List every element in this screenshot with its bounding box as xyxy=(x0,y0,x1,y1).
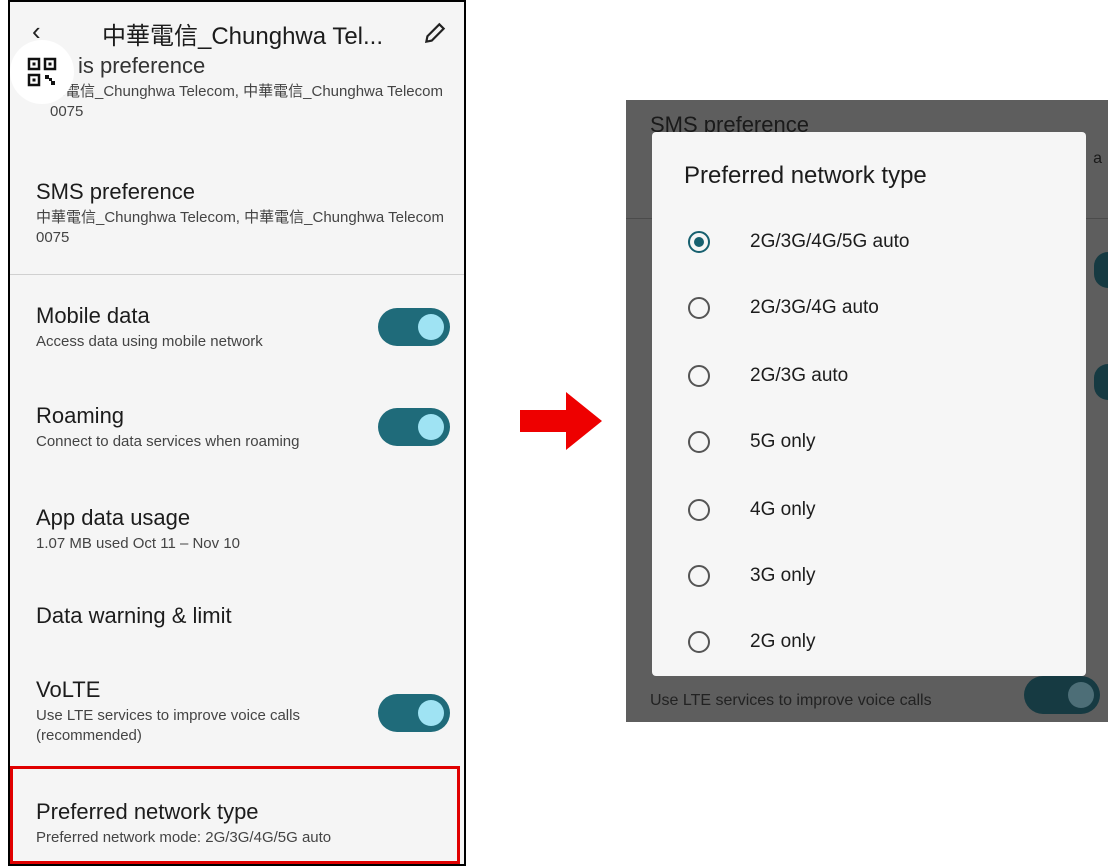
toggle-knob xyxy=(418,414,444,440)
radio-button[interactable] xyxy=(688,631,710,653)
sms-preference-subtitle: 中華電信_Chunghwa Telecom, 中華電信_Chunghwa Tel… xyxy=(36,209,444,246)
roaming-subtitle: Connect to data services when roaming xyxy=(36,433,300,450)
network-option[interactable]: 2G/3G auto xyxy=(688,356,848,396)
network-option[interactable]: 2G/3G/4G/5G auto xyxy=(688,222,909,262)
background-volte-subtitle: Use LTE services to improve voice calls xyxy=(650,692,932,709)
toggle-knob xyxy=(418,314,444,340)
pencil-icon[interactable] xyxy=(422,20,448,46)
settings-screen: ‹ 中華電信_Chunghwa Tel... is preference 華電信… xyxy=(8,0,466,866)
option-label: 2G/3G/4G auto xyxy=(750,297,879,318)
app-data-usage-item[interactable]: App data usage 1.07 MB used Oct 11 – Nov… xyxy=(36,504,448,554)
option-label: 4G only xyxy=(750,499,816,520)
calls-preference-title: is preference xyxy=(78,53,206,78)
radio-button[interactable] xyxy=(688,431,710,453)
page-title: 中華電信_Chunghwa Tel... xyxy=(102,23,384,50)
option-label: 5G only xyxy=(750,431,816,452)
toggle-knob xyxy=(418,700,444,726)
data-warning-title: Data warning & limit xyxy=(36,603,232,628)
background-edge-text: a xyxy=(1093,150,1102,167)
network-option[interactable]: 3G only xyxy=(688,556,815,596)
app-data-usage-subtitle: 1.07 MB used Oct 11 – Nov 10 xyxy=(36,535,241,552)
roaming-title: Roaming xyxy=(36,403,125,428)
option-label: 2G only xyxy=(750,631,816,652)
background-toggle-edge xyxy=(1094,364,1108,400)
radio-button[interactable] xyxy=(688,499,710,521)
right-arrow-icon xyxy=(520,392,602,450)
option-label: 3G only xyxy=(750,565,816,586)
network-option[interactable]: 4G only xyxy=(688,490,815,530)
volte-subtitle: Use LTE services to improve voice calls … xyxy=(36,707,300,744)
sms-preference-item[interactable]: SMS preference 中華電信_Chunghwa Telecom, 中華… xyxy=(36,178,448,248)
qr-code-button[interactable] xyxy=(10,40,74,104)
toggle-knob xyxy=(1068,682,1094,708)
highlight-box xyxy=(10,766,460,864)
network-option[interactable]: 5G only xyxy=(688,422,815,462)
network-option[interactable]: 2G/3G/4G auto xyxy=(688,288,879,328)
radio-button[interactable] xyxy=(688,365,710,387)
roaming-item[interactable]: Roaming Connect to data services when ro… xyxy=(36,402,354,452)
data-warning-item[interactable]: Data warning & limit xyxy=(36,602,448,630)
background-volte-toggle xyxy=(1024,676,1100,714)
sms-preference-title: SMS preference xyxy=(36,179,195,204)
radio-button[interactable] xyxy=(688,565,710,587)
background-toggle-edge xyxy=(1094,252,1108,288)
volte-title: VoLTE xyxy=(36,677,101,702)
section-divider xyxy=(10,274,464,275)
qr-code-icon xyxy=(27,57,57,87)
volte-toggle[interactable] xyxy=(378,694,450,732)
radio-button-selected[interactable] xyxy=(688,231,710,253)
radio-button[interactable] xyxy=(688,297,710,319)
calls-preference-subtitle: 華電信_Chunghwa Telecom, 中華電信_Chunghwa Tele… xyxy=(50,83,443,120)
preferred-network-dialog: Preferred network type 2G/3G/4G/5G auto … xyxy=(652,132,1086,676)
mobile-data-subtitle: Access data using mobile network xyxy=(36,333,263,350)
dialog-title: Preferred network type xyxy=(684,162,927,189)
mobile-data-item[interactable]: Mobile data Access data using mobile net… xyxy=(36,302,354,352)
option-label: 2G/3G auto xyxy=(750,365,849,386)
option-label: 2G/3G/4G/5G auto xyxy=(750,231,910,252)
network-option[interactable]: 2G only xyxy=(688,622,815,662)
network-type-dialog-screen: SMS preference a Use LTE services to imp… xyxy=(626,100,1108,722)
mobile-data-toggle[interactable] xyxy=(378,308,450,346)
mobile-data-title: Mobile data xyxy=(36,303,150,328)
roaming-toggle[interactable] xyxy=(378,408,450,446)
app-data-usage-title: App data usage xyxy=(36,505,191,530)
calls-preference-item[interactable]: is preference 華電信_Chunghwa Telecom, 中華電信… xyxy=(36,52,448,122)
volte-item[interactable]: VoLTE Use LTE services to improve voice … xyxy=(36,676,354,746)
